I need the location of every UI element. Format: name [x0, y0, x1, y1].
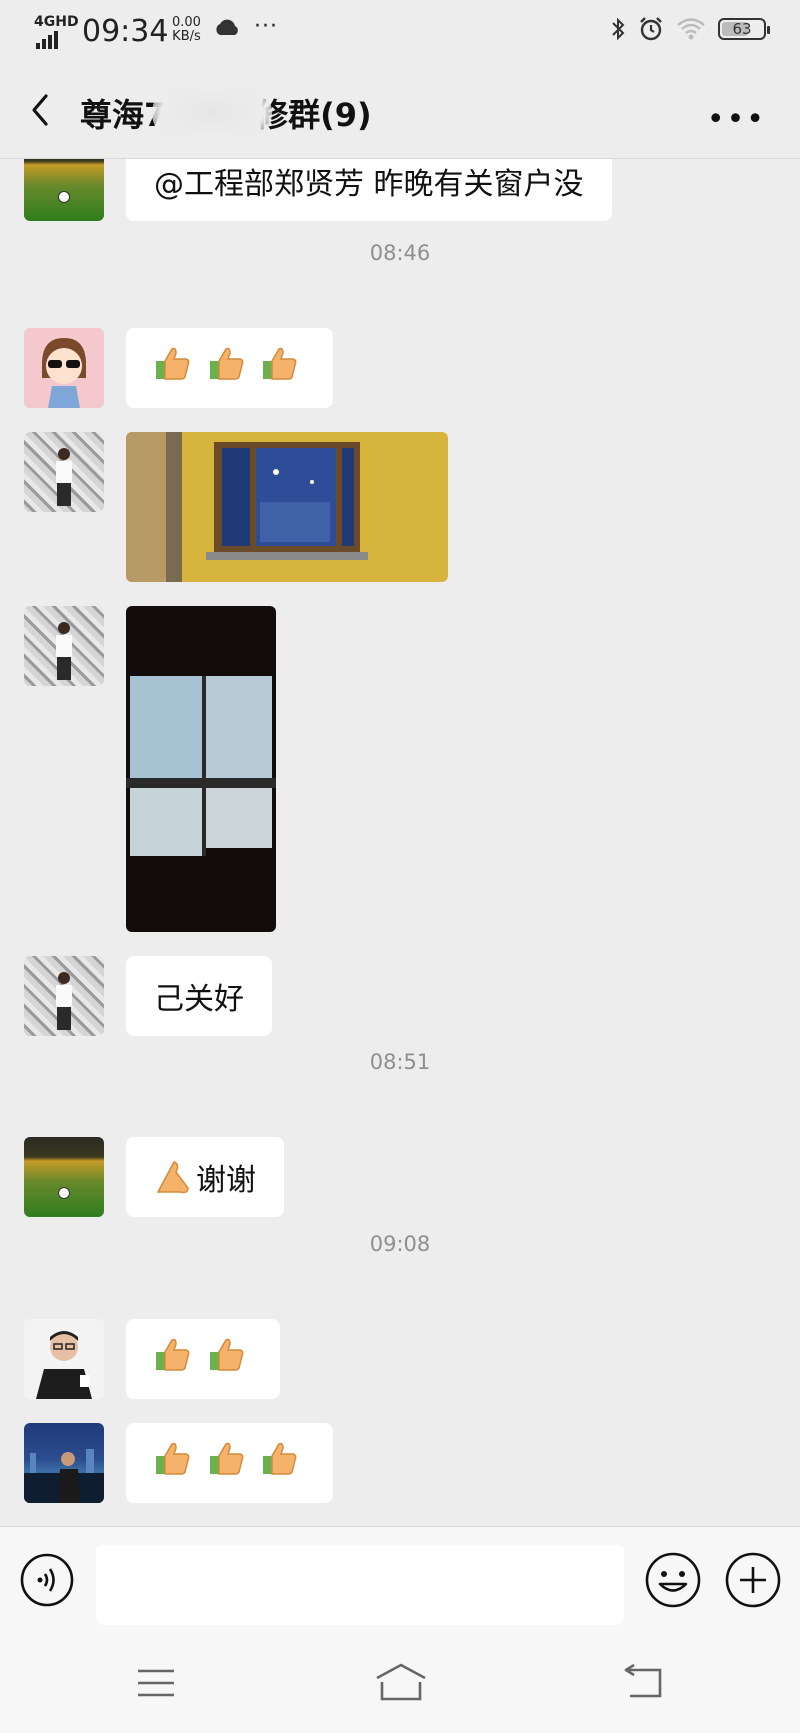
- message-list[interactable]: @工程部郑贤芳 昨晚有关窗户没 08:46 己关好 08:51 谢谢 09:08: [0, 159, 800, 1525]
- football-field-avatar[interactable]: [24, 159, 104, 221]
- photo-frosted-window[interactable]: [126, 606, 276, 932]
- redaction-blur: [152, 84, 272, 142]
- alarm-icon: [640, 17, 662, 41]
- thumbs-up-row: [154, 345, 305, 391]
- message-row: [24, 1423, 334, 1503]
- message-text: 己关好: [154, 982, 244, 1017]
- home-icon[interactable]: [374, 1662, 428, 1702]
- message-text: 谢谢: [196, 1163, 256, 1198]
- thumbs-up-icon: [156, 1442, 190, 1475]
- message-bubble[interactable]: @工程部郑贤芳 昨晚有关窗户没: [126, 159, 612, 221]
- network-type: 4GHD: [34, 14, 79, 30]
- cartoon-girl-avatar[interactable]: [24, 328, 104, 408]
- message-composer: [0, 1526, 800, 1637]
- time-separator: 08:51: [369, 1050, 431, 1074]
- man-white-shirt-avatar[interactable]: [24, 606, 104, 686]
- speed-unit: KB/s: [172, 29, 201, 44]
- status-bar: 4GHD 09:34 0.00 KB/s ··· 63: [0, 0, 800, 62]
- football-field-avatar[interactable]: [24, 1137, 104, 1217]
- more-options-icon[interactable]: •••: [707, 102, 766, 137]
- time-separator: 09:08: [369, 1232, 431, 1256]
- network-speed: 0.00 KB/s: [172, 16, 201, 44]
- bow-hands-icon: [156, 1161, 189, 1194]
- thumbs-up-icon: [263, 1442, 297, 1475]
- emoji-icon[interactable]: [644, 1551, 702, 1609]
- bluetooth-icon: [612, 17, 625, 41]
- message-row: 谢谢: [24, 1137, 284, 1217]
- signal-icon: [36, 30, 60, 49]
- message-row: [24, 606, 276, 932]
- message-row: @工程部郑贤芳 昨晚有关窗户没: [24, 159, 612, 221]
- message-bubble[interactable]: [126, 1319, 280, 1399]
- cloud-icon: [216, 19, 238, 35]
- photo-window-night[interactable]: [126, 432, 448, 582]
- thumbs-up-icon: [156, 347, 190, 380]
- message-bubble[interactable]: [126, 1423, 334, 1503]
- status-time: 09:34: [82, 14, 169, 49]
- speed-value: 0.00: [172, 15, 201, 30]
- man-glasses-avatar[interactable]: [24, 1319, 104, 1399]
- message-row: [24, 1319, 280, 1399]
- battery-level: 63: [732, 20, 752, 38]
- thumbs-up-icon: [209, 347, 243, 380]
- message-input[interactable]: [96, 1545, 624, 1625]
- system-nav-bar: [0, 1636, 800, 1733]
- message-row: 己关好: [24, 956, 272, 1036]
- menu-icon[interactable]: [136, 1666, 176, 1700]
- voice-input-icon[interactable]: [20, 1553, 74, 1607]
- thumbs-up-icon: [263, 347, 297, 380]
- thumbs-up-row: [154, 1336, 252, 1382]
- thumbs-up-icon: [209, 1442, 243, 1475]
- chat-header: 尊海7B1 装修群(9) •••: [0, 62, 800, 159]
- add-attachment-icon[interactable]: [724, 1551, 782, 1609]
- message-row: [24, 328, 334, 408]
- battery-icon: 63: [718, 18, 770, 40]
- wifi-icon: [677, 18, 705, 40]
- message-bubble[interactable]: 谢谢: [126, 1137, 284, 1217]
- thumbs-up-row: [154, 1440, 305, 1486]
- man-white-shirt-avatar[interactable]: [24, 956, 104, 1036]
- message-text: @工程部郑贤芳 昨晚有关窗户没: [154, 167, 584, 202]
- message-row: [24, 432, 448, 582]
- back-nav-icon[interactable]: [620, 1664, 664, 1700]
- message-bubble[interactable]: [126, 328, 334, 408]
- time-separator: 08:46: [369, 241, 431, 265]
- more-notifications-icon: ···: [254, 14, 278, 39]
- back-arrow-icon[interactable]: [26, 90, 56, 130]
- message-bubble[interactable]: 己关好: [126, 956, 272, 1036]
- man-white-shirt-avatar[interactable]: [24, 432, 104, 512]
- thumbs-up-icon: [156, 1338, 190, 1371]
- thumbs-up-icon: [209, 1338, 243, 1371]
- night-city-avatar[interactable]: [24, 1423, 104, 1503]
